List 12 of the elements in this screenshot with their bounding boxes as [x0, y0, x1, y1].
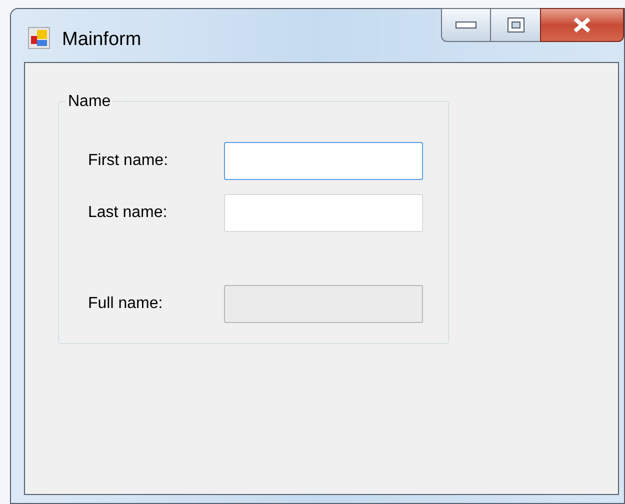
text-field[interactable] [224, 142, 423, 180]
maximize-icon [506, 17, 524, 33]
close-icon [572, 17, 592, 33]
minimize-button[interactable] [441, 8, 491, 42]
minimize-icon [455, 21, 477, 29]
close-button[interactable] [540, 8, 624, 42]
field-label: First name: [88, 150, 170, 170]
app-icon [28, 27, 50, 49]
field-label: Last name: [88, 202, 168, 222]
maximize-button[interactable] [491, 8, 540, 42]
window-title: Mainform [62, 28, 142, 52]
field-label: Full name: [88, 294, 164, 314]
